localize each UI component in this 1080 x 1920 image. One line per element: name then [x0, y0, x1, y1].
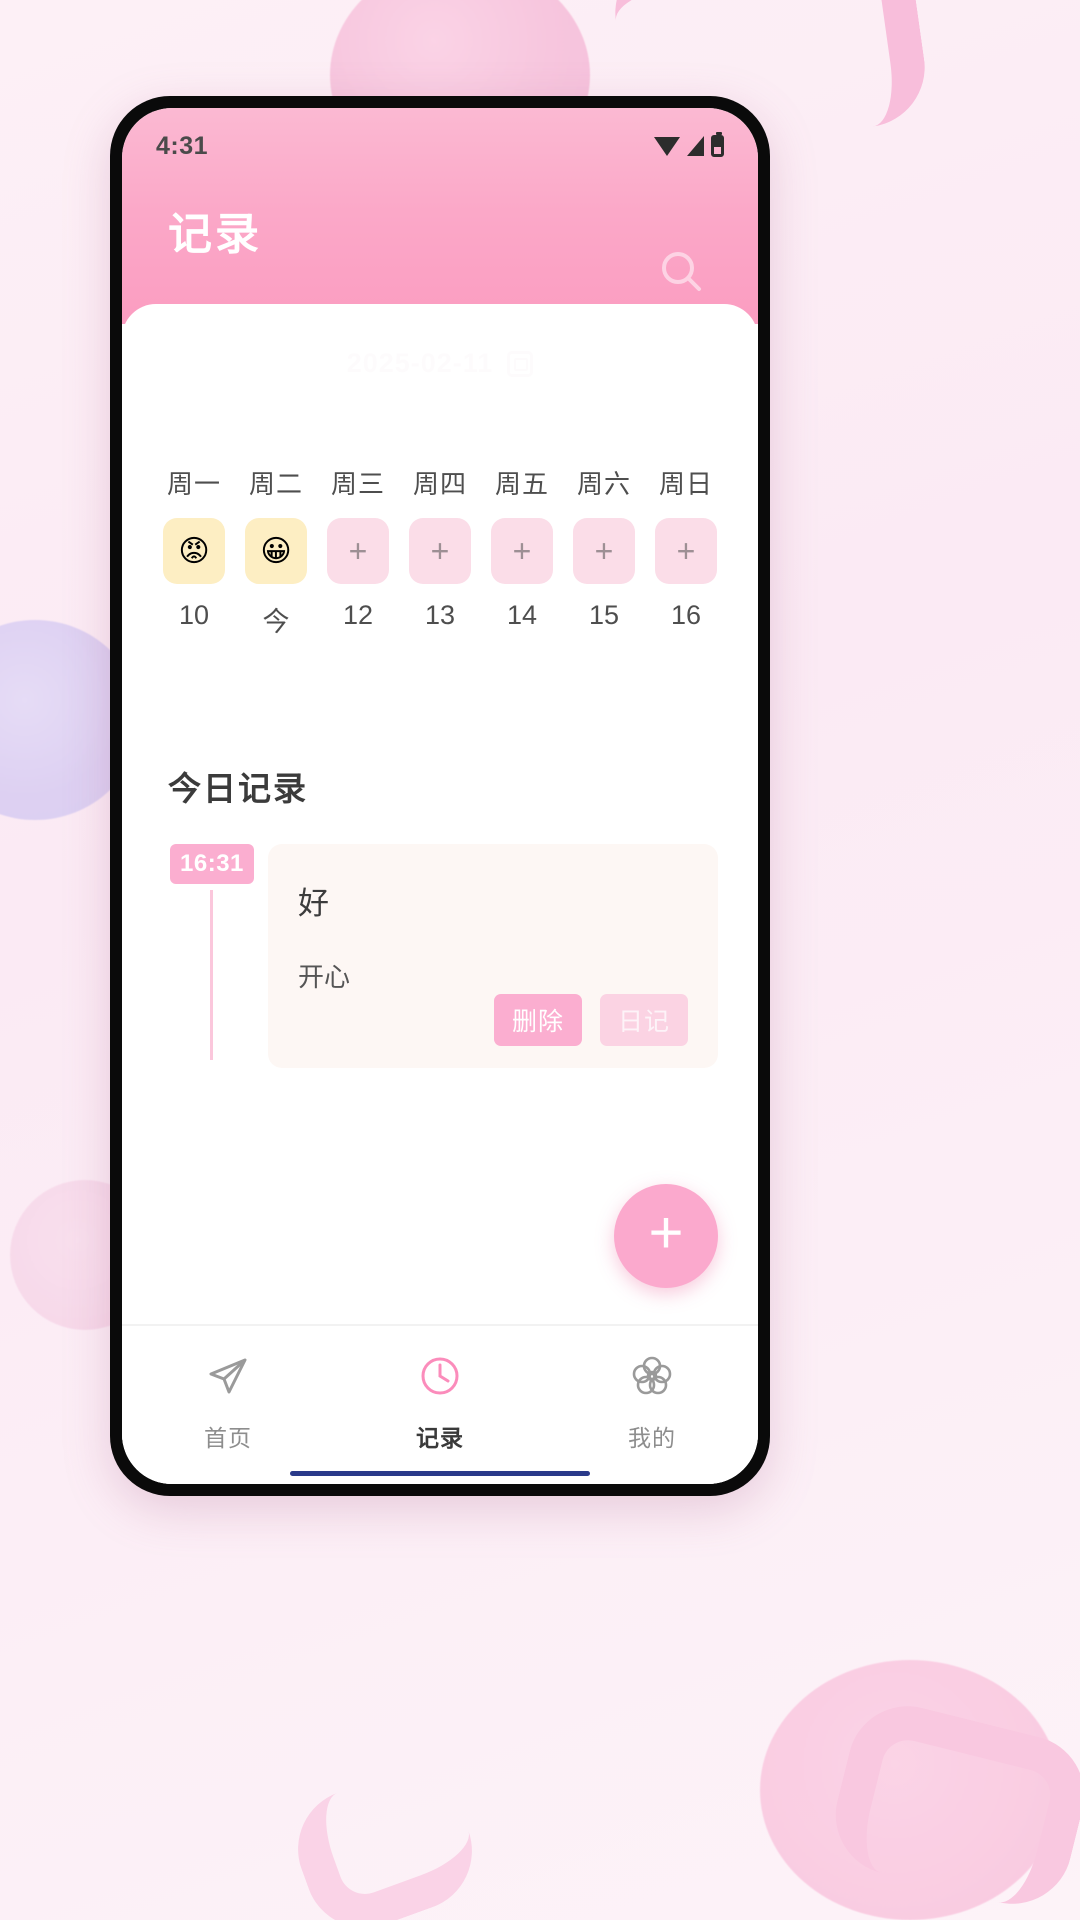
week-strip: 周一 😡 10 周二 😀 今 周三 + 12 周四 + 13 周五 + 14 周… [122, 464, 758, 639]
record-body: 开心 [298, 962, 351, 992]
wifi-icon [654, 136, 680, 156]
day-column-friday[interactable]: 周五 + 14 [484, 464, 560, 639]
day-number: 13 [424, 600, 456, 630]
day-number: 12 [342, 600, 374, 630]
day-name: 周二 [248, 469, 303, 499]
day-add-tile[interactable]: + [409, 518, 471, 584]
day-mood-tile[interactable]: 😀 [245, 518, 307, 584]
home-indicator [290, 1471, 590, 1476]
day-column-monday[interactable]: 周一 😡 10 [156, 464, 232, 639]
date-selector[interactable]: 2025-02-11 [122, 348, 758, 379]
day-number: 14 [506, 600, 538, 630]
day-number: 16 [670, 600, 702, 630]
day-column-thursday[interactable]: 周四 + 13 [402, 464, 478, 639]
add-record-fab[interactable]: + [614, 1184, 718, 1288]
background-swoosh [281, 1755, 489, 1920]
day-name: 周三 [330, 469, 385, 499]
delete-button[interactable]: 删除 [493, 994, 582, 1046]
day-add-tile[interactable]: + [491, 518, 553, 584]
day-add-tile[interactable]: + [573, 518, 635, 584]
calendar-icon [507, 350, 534, 377]
day-name: 周日 [658, 469, 713, 499]
day-add-tile[interactable]: + [327, 518, 389, 584]
flower-icon [628, 1352, 676, 1405]
day-column-tuesday[interactable]: 周二 😀 今 [238, 464, 314, 639]
record-entry: 16:31 好 开心 删除 日记 [158, 844, 718, 1068]
record-title: 好 [298, 886, 329, 921]
day-add-tile[interactable]: + [655, 518, 717, 584]
search-icon[interactable] [658, 248, 704, 294]
nav-label: 记录 [416, 1425, 464, 1451]
app-header: 4:31 记录 [122, 108, 758, 324]
phone-screen: 4:31 记录 2025-02-11 周一 😡 10 周二 😀 今 周三 + 1… [122, 108, 758, 1484]
content-sheet: 2025-02-11 周一 😡 10 周二 😀 今 周三 + 12 周四 + 1… [122, 304, 758, 1484]
battery-icon [711, 132, 724, 157]
record-card[interactable]: 好 开心 删除 日记 [268, 844, 718, 1068]
section-title: 今日记录 [168, 770, 308, 807]
day-name: 周一 [166, 469, 221, 499]
status-icons [654, 132, 724, 157]
day-number: 今 [262, 607, 290, 637]
nav-item-home[interactable]: 首页 [122, 1352, 334, 1453]
clock-icon [416, 1352, 464, 1405]
day-column-wednesday[interactable]: 周三 + 12 [320, 464, 396, 639]
day-name: 周五 [494, 469, 549, 499]
bottom-navigation: 首页 记录 我的 [122, 1324, 758, 1484]
signal-icon [687, 136, 704, 156]
nav-label: 首页 [204, 1425, 252, 1451]
timeline: 16:31 [158, 844, 268, 1068]
day-column-saturday[interactable]: 周六 + 15 [566, 464, 642, 639]
day-number: 10 [178, 600, 210, 630]
status-bar: 4:31 [122, 108, 758, 170]
fab-label: + [648, 1199, 684, 1266]
nav-item-profile[interactable]: 我的 [546, 1352, 758, 1453]
nav-item-records[interactable]: 记录 [334, 1352, 546, 1453]
send-icon [204, 1352, 252, 1405]
day-mood-tile[interactable]: 😡 [163, 518, 225, 584]
phone-frame: 4:31 记录 2025-02-11 周一 😡 10 周二 😀 今 周三 + 1… [110, 96, 770, 1496]
date-label: 2025-02-11 [346, 348, 494, 378]
timeline-line [210, 890, 213, 1060]
diary-button[interactable]: 日记 [599, 994, 688, 1046]
day-name: 周四 [412, 469, 467, 499]
record-time-badge: 16:31 [170, 844, 254, 884]
nav-label: 我的 [628, 1425, 676, 1451]
day-column-sunday[interactable]: 周日 + 16 [648, 464, 724, 639]
day-number: 15 [588, 600, 620, 630]
day-name: 周六 [576, 469, 631, 499]
record-actions: 删除 日记 [298, 994, 688, 1046]
status-time: 4:31 [156, 131, 209, 160]
